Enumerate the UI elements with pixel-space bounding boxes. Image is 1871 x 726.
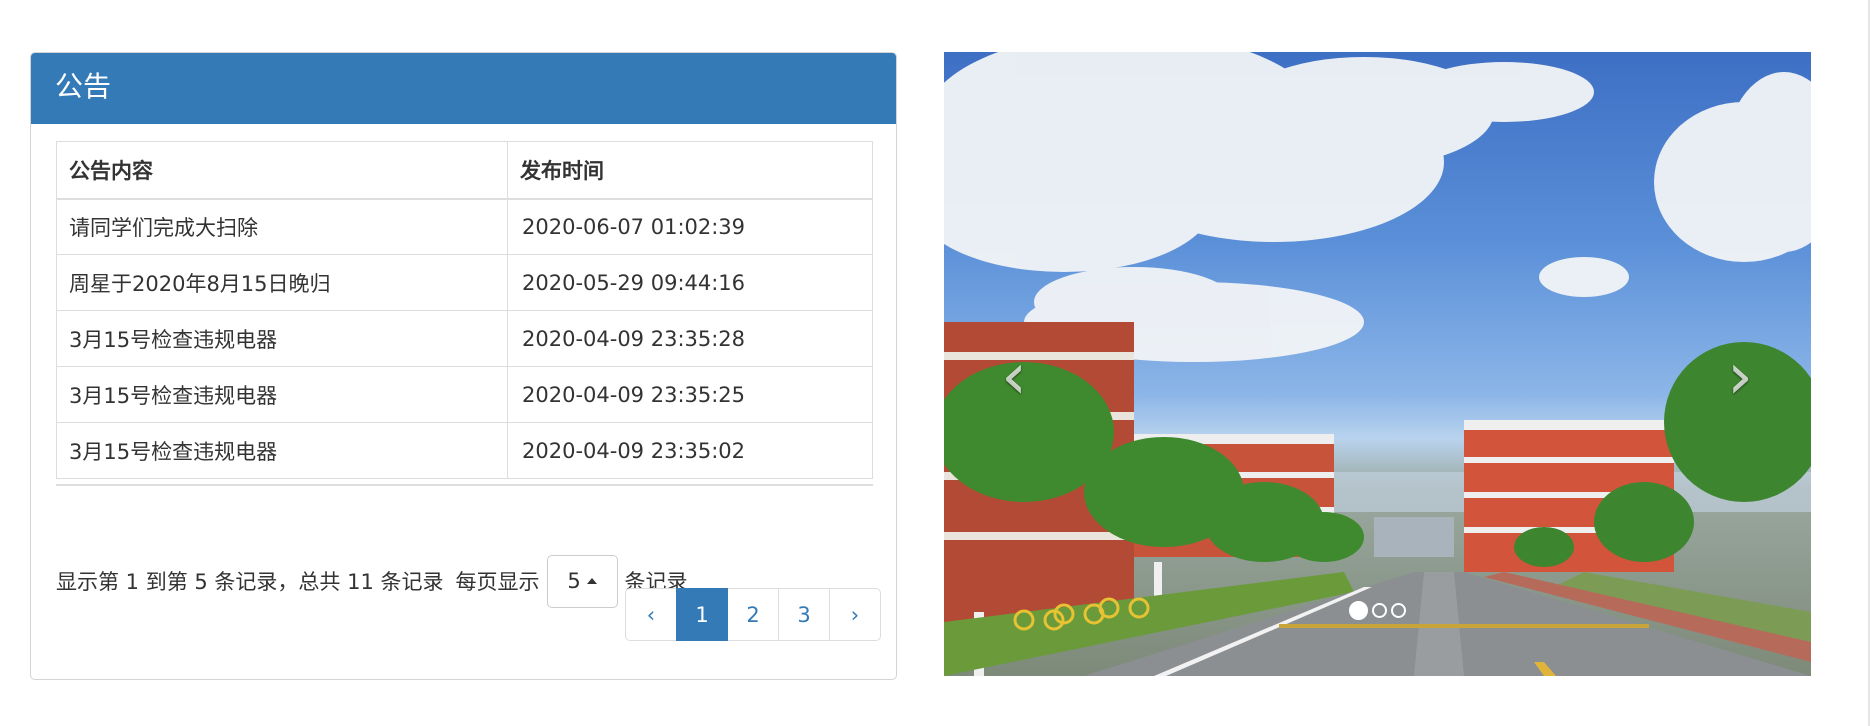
table-row[interactable]: 3月15号检查违规电器 2020-04-09 23:35:28 — [56, 310, 873, 367]
carousel-indicator-1[interactable] — [1349, 601, 1368, 620]
carousel-indicators — [1349, 601, 1406, 620]
pagination: ‹ 1 2 3 › — [625, 588, 881, 641]
page-button-3[interactable]: 3 — [778, 588, 830, 641]
notice-table: 公告内容 发布时间 请同学们完成大扫除 2020-06-07 01:02:39 … — [56, 141, 873, 479]
notice-time-cell: 2020-04-09 23:35:25 — [507, 366, 873, 423]
pagination-info: 显示第 1 到第 5 条记录，总共 11 条记录 每页显示 5 条记录 — [56, 554, 688, 608]
table-row[interactable]: 3月15号检查违规电器 2020-04-09 23:35:02 — [56, 422, 873, 479]
caret-up-icon — [586, 578, 597, 584]
notice-time-cell: 2020-04-09 23:35:28 — [507, 310, 873, 367]
carousel-next-button[interactable]: › — [1710, 340, 1770, 414]
page-button-1[interactable]: 1 — [676, 588, 728, 641]
page-size-dropdown[interactable]: 5 — [546, 554, 618, 608]
record-summary: 显示第 1 到第 5 条记录，总共 11 条记录 — [56, 570, 444, 594]
table-row[interactable]: 周星于2020年8月15日晚归 2020-05-29 09:44:16 — [56, 254, 873, 311]
column-header-content[interactable]: 公告内容 — [56, 141, 508, 200]
page-button-2[interactable]: 2 — [727, 588, 779, 641]
notice-content-cell: 请同学们完成大扫除 — [56, 198, 508, 255]
per-page-label: 每页显示 — [455, 570, 540, 594]
notice-time-cell: 2020-06-07 01:02:39 — [507, 198, 873, 255]
table-row[interactable]: 3月15号检查违规电器 2020-04-09 23:35:25 — [56, 366, 873, 423]
image-carousel[interactable]: ‹ › — [944, 52, 1811, 676]
notice-content-cell: 3月15号检查违规电器 — [56, 366, 508, 423]
notice-table-container: 公告内容 发布时间 请同学们完成大扫除 2020-06-07 01:02:39 … — [56, 141, 873, 486]
page-edge-divider — [1868, 0, 1870, 726]
campus-photo — [944, 52, 1811, 676]
page-size-value: 5 — [567, 569, 581, 593]
notice-time-cell: 2020-05-29 09:44:16 — [507, 254, 873, 311]
table-header-row: 公告内容 发布时间 — [56, 141, 873, 200]
notice-content-cell: 周星于2020年8月15日晚归 — [56, 254, 508, 311]
chevron-right-icon: › — [1727, 340, 1753, 414]
carousel-indicator-3[interactable] — [1391, 603, 1406, 618]
prev-page-button[interactable]: ‹ — [625, 588, 677, 641]
notice-time-cell: 2020-04-09 23:35:02 — [507, 422, 873, 479]
notice-content-cell: 3月15号检查违规电器 — [56, 310, 508, 367]
notice-content-cell: 3月15号检查违规电器 — [56, 422, 508, 479]
chevron-left-icon: ‹ — [1001, 340, 1027, 414]
notice-panel: 公告 公告内容 发布时间 请同学们完成大扫除 2020-06-07 01:02:… — [30, 52, 897, 680]
table-row[interactable]: 请同学们完成大扫除 2020-06-07 01:02:39 — [56, 198, 873, 255]
carousel-indicator-2[interactable] — [1372, 603, 1387, 618]
column-header-time[interactable]: 发布时间 — [507, 141, 873, 200]
panel-title: 公告 — [31, 53, 896, 124]
carousel-prev-button[interactable]: ‹ — [984, 340, 1044, 414]
next-page-button[interactable]: › — [829, 588, 881, 641]
